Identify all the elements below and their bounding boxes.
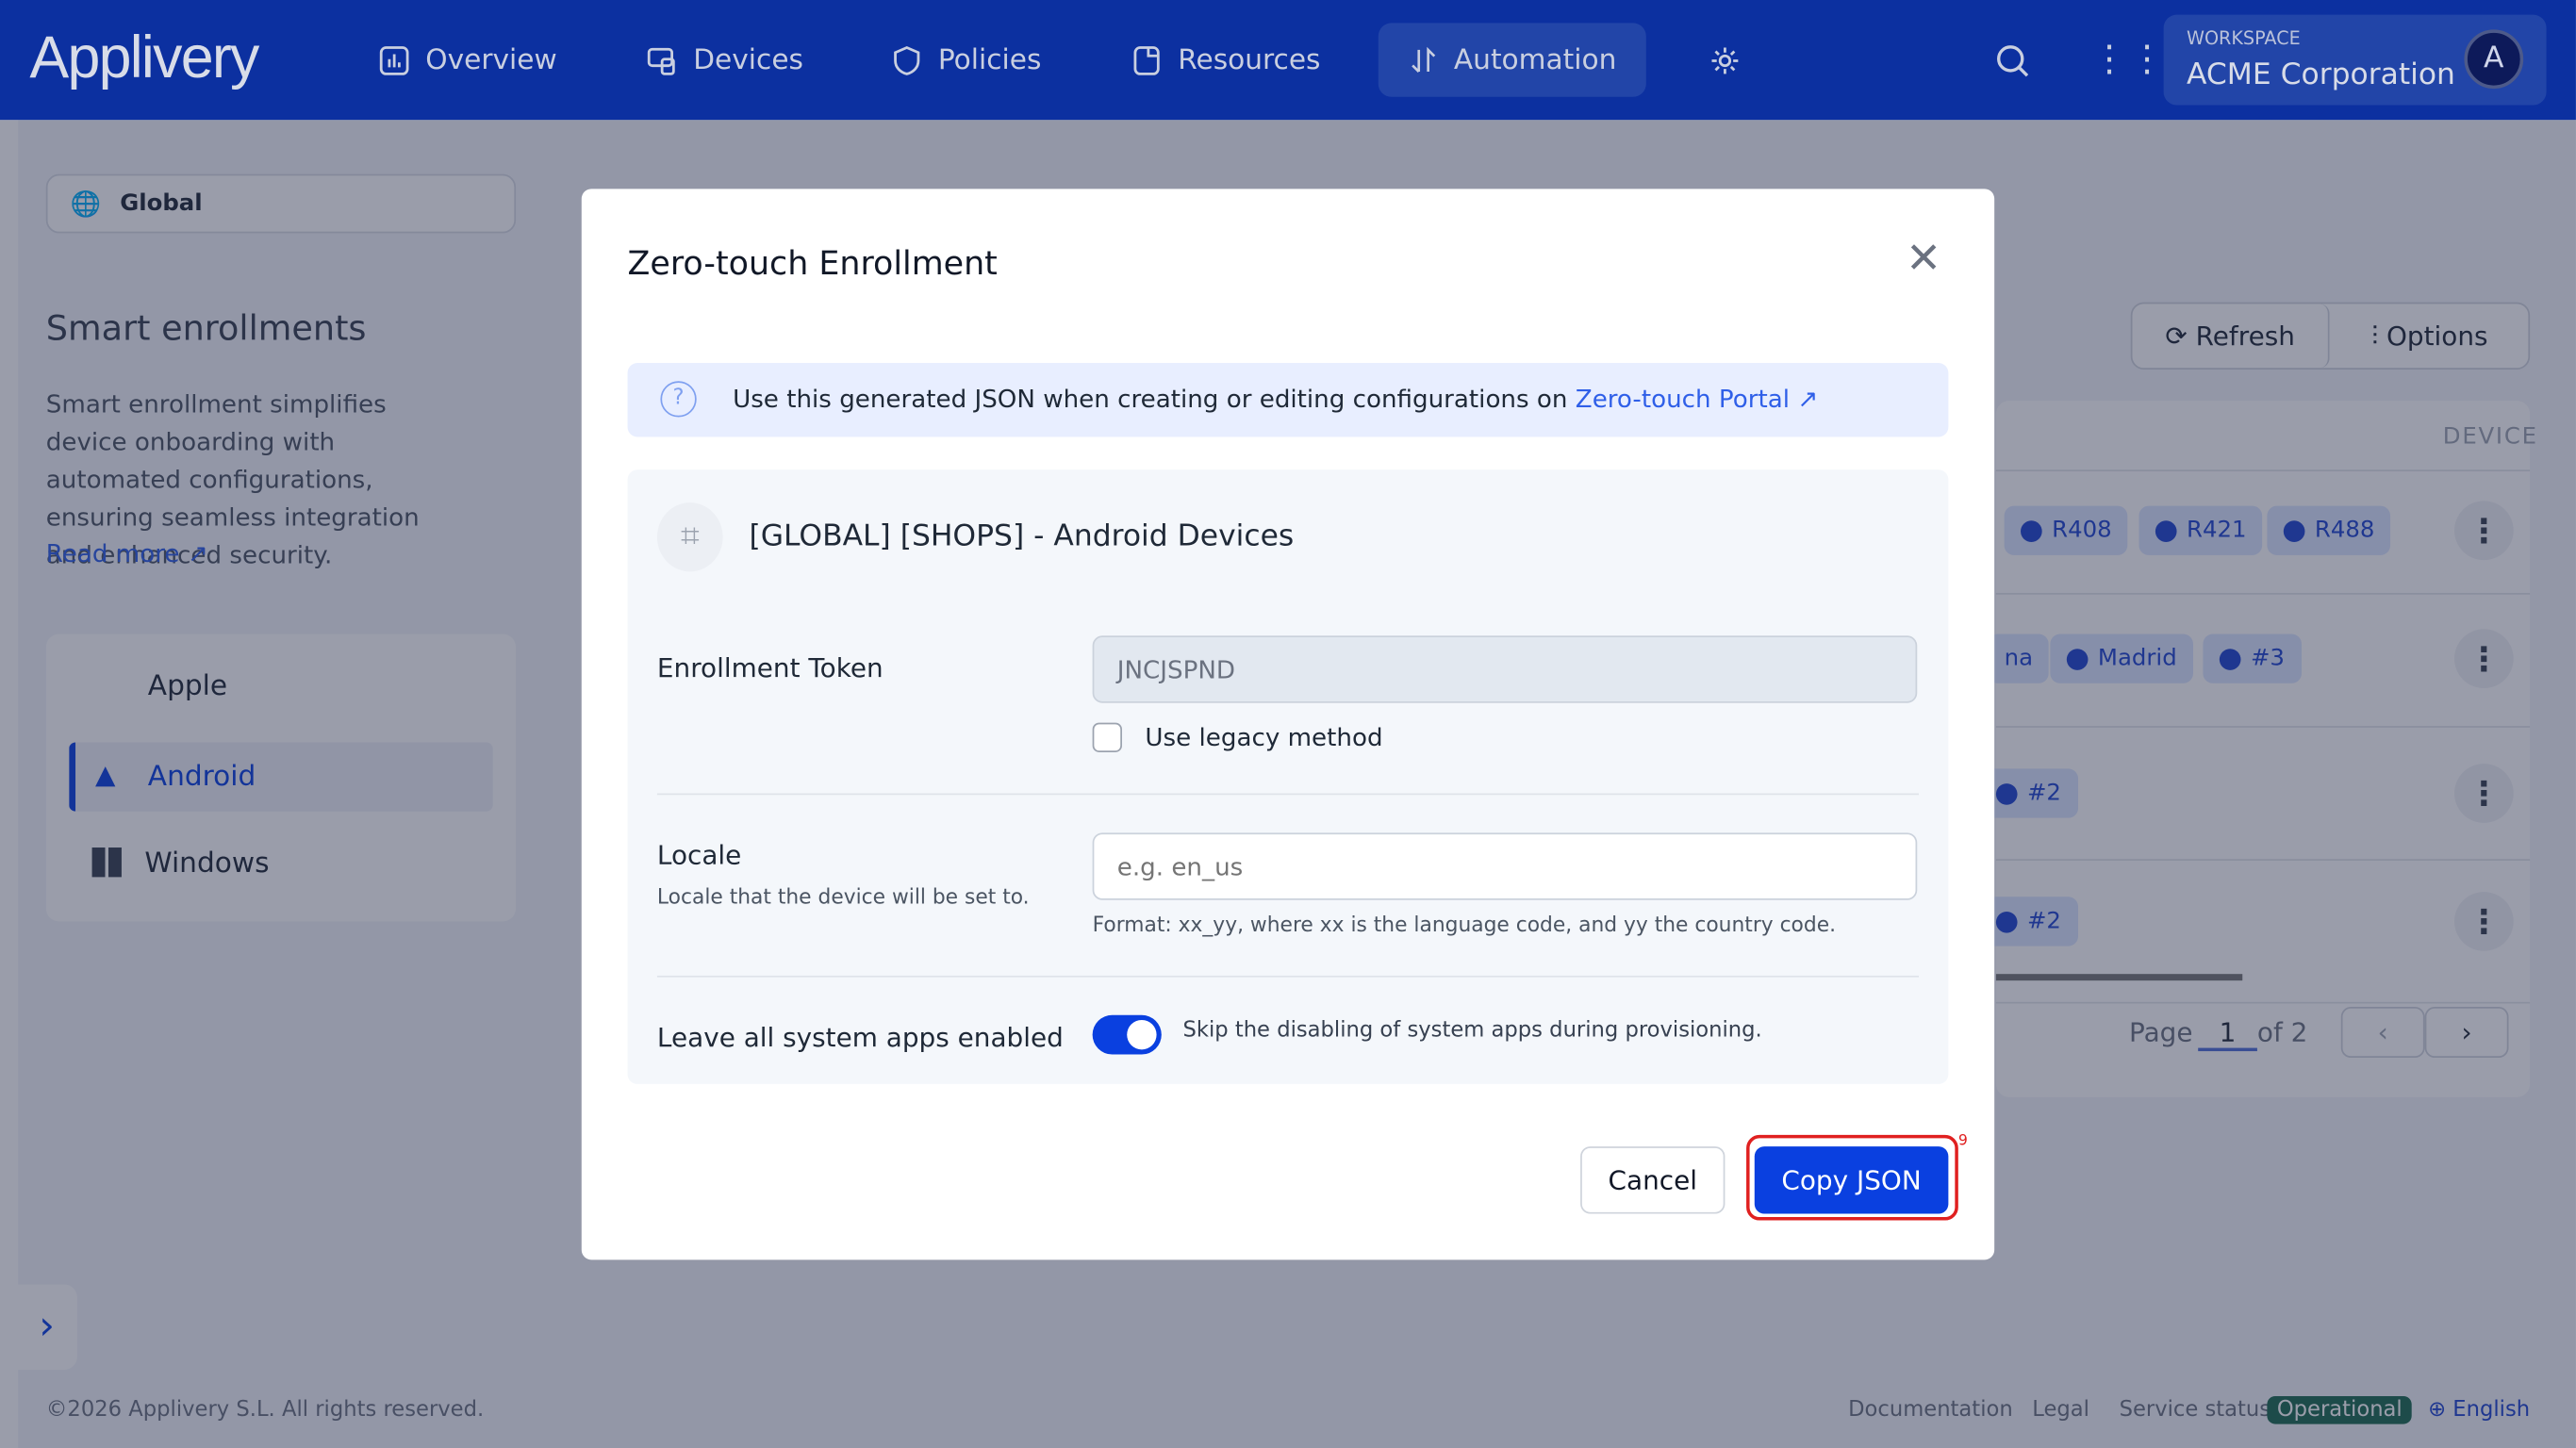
workspace-name: ACME Corporation bbox=[2187, 57, 2455, 92]
nav-devices[interactable]: Devices bbox=[616, 23, 833, 96]
nav-label: Devices bbox=[693, 43, 803, 77]
locale-help: Locale that the device will be set to. bbox=[656, 883, 1030, 909]
settings-button[interactable] bbox=[1679, 23, 1772, 96]
nav-label: Overview bbox=[425, 43, 557, 77]
avatar[interactable]: A bbox=[2464, 29, 2524, 90]
shield-icon bbox=[894, 45, 920, 74]
nav-label: Automation bbox=[1453, 43, 1617, 77]
zero-touch-portal-link[interactable]: Zero-touch Portal bbox=[1576, 385, 1790, 414]
devices-icon bbox=[647, 47, 675, 74]
close-icon: ✕ bbox=[1906, 235, 1942, 285]
system-apps-help: Skip the disabling of system apps during… bbox=[1182, 1018, 1762, 1044]
nav-label: Policies bbox=[937, 43, 1042, 77]
gear-icon bbox=[1711, 46, 1739, 74]
locale-label: Locale bbox=[656, 839, 742, 871]
top-nav: Applivery Overview Devices Policies Reso… bbox=[0, 0, 2576, 121]
legacy-method-checkbox[interactable] bbox=[1092, 722, 1122, 752]
token-label: Enrollment Token bbox=[656, 651, 883, 683]
nav-automation[interactable]: Automation bbox=[1378, 23, 1646, 97]
workspace-switcher[interactable]: WORKSPACE ACME Corporation A bbox=[2163, 14, 2547, 106]
cancel-button[interactable]: Cancel bbox=[1580, 1146, 1726, 1214]
legacy-method-label: Use legacy method bbox=[1145, 722, 1383, 752]
close-button[interactable]: ✕ bbox=[1906, 235, 1941, 284]
search-icon bbox=[1997, 44, 2029, 76]
logo[interactable]: Applivery bbox=[29, 23, 259, 91]
annotation-badge: 9 bbox=[1957, 1133, 1968, 1150]
nav-label: Resources bbox=[1178, 43, 1321, 77]
divider bbox=[656, 793, 1920, 796]
chart-icon bbox=[379, 45, 409, 74]
modal-title: Zero-touch Enrollment bbox=[627, 242, 998, 283]
config-panel: ⌗ [GLOBAL] [SHOPS] - Android Devices Enr… bbox=[627, 469, 1949, 1084]
enrollment-token-input[interactable]: JNCJSPND bbox=[1092, 635, 1918, 703]
network-icon: ⌗ bbox=[656, 502, 723, 572]
nav-overview[interactable]: Overview bbox=[348, 23, 586, 96]
help-icon: ? bbox=[660, 381, 697, 418]
external-link-icon: ↗ bbox=[1789, 384, 1819, 415]
folder-icon bbox=[1133, 45, 1160, 74]
system-apps-label: Leave all system apps enabled bbox=[656, 1021, 1064, 1053]
workspace-label: WORKSPACE bbox=[2187, 27, 2301, 50]
nav-policies[interactable]: Policies bbox=[861, 23, 1071, 96]
system-apps-toggle[interactable] bbox=[1092, 1014, 1162, 1055]
locale-format-hint: Format: xx_yy, where xx is the language … bbox=[1092, 911, 1837, 937]
locale-input[interactable] bbox=[1092, 832, 1918, 900]
info-text: Use this generated JSON when creating or… bbox=[733, 384, 1576, 415]
divider bbox=[656, 975, 1920, 978]
nav-resources[interactable]: Resources bbox=[1100, 23, 1350, 96]
copy-json-button[interactable]: Copy JSON bbox=[1754, 1146, 1949, 1214]
config-name: [GLOBAL] [SHOPS] - Android Devices bbox=[749, 518, 1295, 554]
automation-icon bbox=[1412, 45, 1436, 73]
info-banner: ? Use this generated JSON when creating … bbox=[627, 363, 1949, 437]
zero-touch-modal: Zero-touch Enrollment ✕ ? Use this gener… bbox=[581, 189, 1995, 1260]
search-button[interactable] bbox=[1963, 23, 2062, 96]
